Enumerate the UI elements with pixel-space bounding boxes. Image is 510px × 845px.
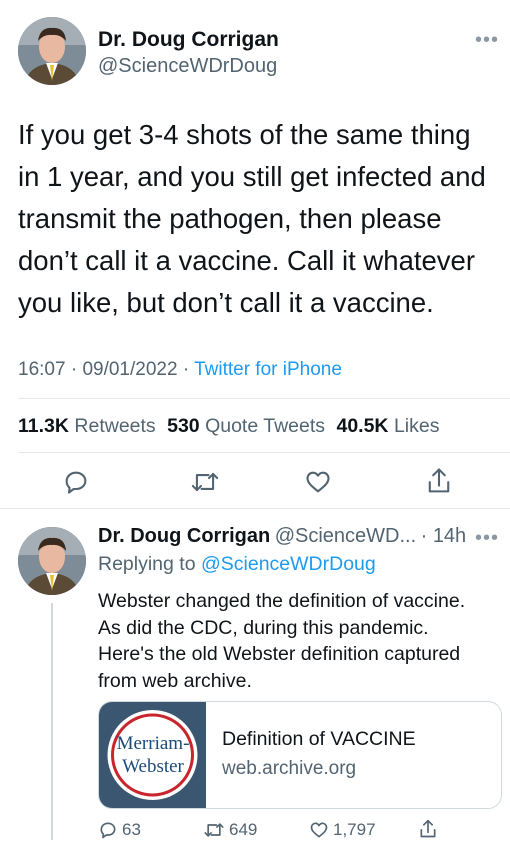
merriam-webster-logo	[107, 710, 198, 800]
reply-age[interactable]: 14h	[433, 525, 466, 547]
reply-icon	[100, 822, 116, 839]
tweet-text: If you get 3-4 shots of the same thing i…	[18, 114, 486, 324]
logo-text-line-2: Webster	[122, 756, 184, 777]
engagement-stats: 11.3K Retweets 530 Quote Tweets 40.5K Li…	[18, 415, 439, 438]
tweet-source-link[interactable]: Twitter for iPhone	[194, 359, 342, 380]
tweet-meta: 16:07 · 09/01/2022 · Twitter for iPhone	[18, 359, 342, 380]
thread-line	[51, 603, 53, 840]
tweet-text-line: If you get 3-4 shots of the same thing	[18, 119, 471, 150]
share-button[interactable]	[422, 464, 456, 498]
reply-likes-count: 1,797	[333, 820, 376, 839]
reply-text-line: from web archive.	[98, 669, 252, 692]
reply-author-handle[interactable]: @ScienceWD...	[275, 525, 416, 547]
retweets-count: 11.3K	[18, 415, 69, 437]
reply-button[interactable]	[60, 466, 92, 498]
reply-icon	[65, 471, 87, 494]
reply-retweets-count: 649	[229, 820, 258, 839]
reply-action-reply[interactable]: 63	[98, 820, 141, 840]
more-icon[interactable]: •••	[475, 29, 499, 52]
reply-more-icon[interactable]: •••	[475, 527, 499, 550]
reply-text-line: Webster changed the definition of vaccin…	[98, 590, 466, 612]
likes-stat[interactable]: 40.5K Likes	[336, 415, 439, 437]
heart-icon	[310, 822, 328, 838]
heart-icon	[306, 471, 330, 493]
card-thumbnail	[99, 702, 206, 808]
link-card[interactable]: Merriam- Webster Definition of VACCINE w…	[98, 701, 502, 809]
tweet-text-line: don’t call it a vaccine. Call it whateve…	[18, 245, 476, 276]
replying-to: Replying to @ScienceWDrDoug	[98, 553, 376, 576]
share-icon	[428, 468, 450, 493]
quotes-stat[interactable]: 530 Quote Tweets	[167, 415, 325, 437]
reply-text-line: Here's the old Webster definition captur…	[98, 643, 461, 665]
likes-count: 40.5K	[336, 415, 389, 437]
divider	[18, 452, 510, 453]
divider	[0, 508, 510, 509]
reply-action-like[interactable]: 1,797	[309, 820, 376, 840]
reply-text-line: As did the CDC, during this pandemic.	[98, 616, 429, 639]
tweet-text-line: you like, but don’t call it a vaccine.	[18, 287, 434, 318]
author-handle[interactable]: @ScienceWDrDoug	[98, 55, 277, 78]
reply-text: Webster changed the definition of vaccin…	[98, 588, 465, 694]
author-name[interactable]: Dr. Doug Corrigan	[98, 28, 279, 52]
replying-prefix: Replying to	[98, 553, 196, 575]
card-domain: web.archive.org	[222, 758, 357, 779]
quotes-count: 530	[167, 415, 200, 437]
retweet-icon	[191, 472, 219, 492]
card-title: Definition of VACCINE	[222, 728, 416, 750]
retweets-label: Retweets	[74, 415, 156, 437]
like-button[interactable]	[301, 466, 335, 498]
retweets-stat[interactable]: 11.3K Retweets	[18, 415, 156, 437]
tweet-text-line: transmit the pathogen, then please	[18, 203, 442, 234]
tweet-text-line: in 1 year, and you still get infected an…	[18, 161, 486, 192]
author-avatar[interactable]	[18, 17, 86, 85]
reply-action-share[interactable]	[418, 818, 438, 845]
divider	[18, 398, 510, 399]
replying-mention-link[interactable]: @ScienceWDrDoug	[201, 553, 376, 575]
reply-author-name[interactable]: Dr. Doug Corrigan	[98, 525, 270, 547]
reply-author-avatar[interactable]	[18, 527, 86, 595]
tweet-date[interactable]: 09/01/2022	[82, 359, 177, 380]
tweet-time[interactable]: 16:07	[18, 359, 66, 380]
reply-header: Dr. Doug Corrigan @ScienceWD... · 14h	[98, 525, 467, 547]
retweet-button[interactable]	[187, 466, 223, 498]
share-icon	[420, 819, 436, 838]
retweet-icon	[204, 823, 224, 837]
logo-text-line-1: Merriam-	[116, 733, 190, 754]
likes-label: Likes	[393, 415, 440, 437]
reply-replies-count: 63	[122, 820, 141, 839]
reply-action-retweet[interactable]: 649	[203, 820, 257, 840]
quotes-label: Quote Tweets	[205, 415, 326, 437]
